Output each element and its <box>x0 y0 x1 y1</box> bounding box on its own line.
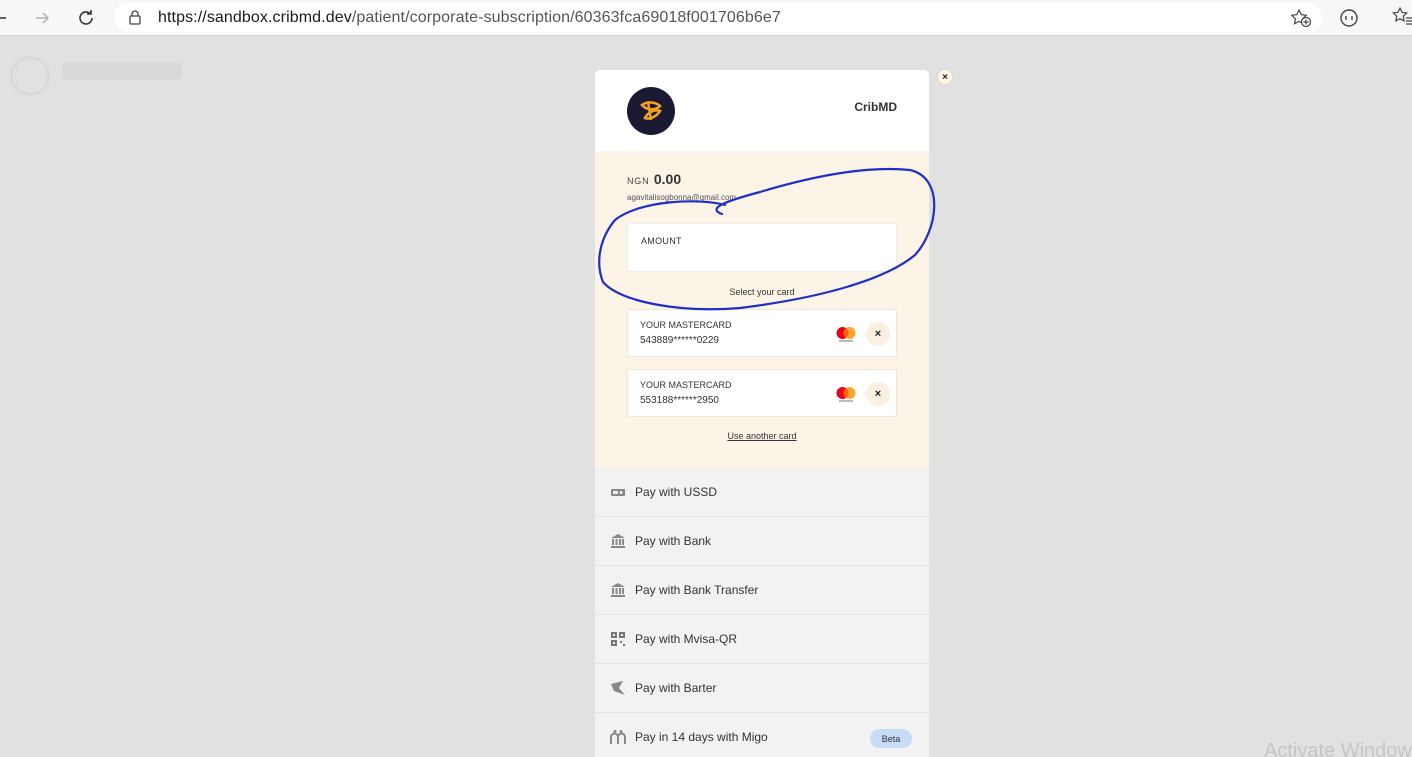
pay-option-mvisa-qr[interactable]: Pay with Mvisa-QR <box>595 615 929 664</box>
reload-icon <box>79 10 93 25</box>
qr-icon <box>611 632 625 646</box>
saved-card-number: 543889******0229 <box>640 335 719 346</box>
pay-option-bank[interactable]: Pay with Bank <box>595 517 929 566</box>
ussd-icon <box>611 489 625 496</box>
payment-modal: CribMD NGN 0.00 agavitalisogbonna@gmail.… <box>595 70 929 757</box>
pay-option-label: Pay with Bank Transfer <box>635 583 759 597</box>
pay-option-label: Pay with Mvisa-QR <box>635 632 738 646</box>
browser-essentials-icon[interactable] <box>1338 7 1360 29</box>
back-button[interactable] <box>0 4 14 32</box>
pay-option-label: Pay with Barter <box>635 681 717 695</box>
bank-icon <box>611 534 625 548</box>
beta-badge: Beta <box>870 729 912 748</box>
forward-button[interactable] <box>28 4 56 32</box>
saved-card-2[interactable]: YOUR MASTERCARD 553188******2950 × <box>627 369 897 417</box>
merchant-logo <box>627 87 675 135</box>
mastercard-icon <box>836 327 856 342</box>
mastercard-icon <box>836 387 856 402</box>
pay-option-label: Pay in 14 days with Migo <box>635 730 768 744</box>
remove-card-button[interactable]: × <box>866 322 890 346</box>
remove-card-button[interactable]: × <box>866 382 890 406</box>
background-logo <box>10 56 50 96</box>
url-host: https://sandbox.cribmd.dev <box>158 9 352 26</box>
reload-button[interactable] <box>72 4 100 32</box>
pay-option-migo[interactable]: Pay in 14 days with Migo Beta <box>595 713 929 757</box>
saved-card-name: YOUR MASTERCARD <box>640 320 732 330</box>
merchant-name: CribMD <box>854 100 897 114</box>
add-favorite-icon[interactable] <box>1290 8 1312 28</box>
address-bar[interactable]: https://sandbox.cribmd.dev/patient/corpo… <box>114 3 1322 32</box>
url-text: https://sandbox.cribmd.dev/patient/corpo… <box>158 9 781 27</box>
amount-input[interactable]: AMOUNT <box>627 223 897 272</box>
pay-option-ussd[interactable]: Pay with USSD <box>595 468 929 517</box>
saved-card-1[interactable]: YOUR MASTERCARD 543889******0229 × <box>627 309 897 357</box>
saved-card-number: 553188******2950 <box>640 395 719 406</box>
close-modal-button[interactable]: × <box>937 69 953 85</box>
back-arrow-icon <box>0 17 6 19</box>
pay-option-barter[interactable]: Pay with Barter <box>595 664 929 713</box>
saved-card-name: YOUR MASTERCARD <box>640 380 732 390</box>
use-another-card-link[interactable]: Use another card <box>595 431 929 441</box>
favorites-icon[interactable] <box>1392 6 1412 28</box>
card-payment-section: NGN 0.00 agavitalisogbonna@gmail.com AMO… <box>595 151 929 468</box>
amount-value: 0.00 <box>653 171 682 187</box>
pay-option-bank-transfer[interactable]: Pay with Bank Transfer <box>595 566 929 615</box>
lock-icon <box>129 10 141 25</box>
barter-icon <box>611 681 625 695</box>
customer-email: agavitalisogbonna@gmail.com <box>627 193 737 202</box>
bank-icon <box>611 583 625 597</box>
pay-option-label: Pay with USSD <box>635 485 718 499</box>
windows-activation-watermark: Activate Window <box>1264 740 1412 757</box>
payment-options-list: Pay with USSD Pay with Bank Pay with Ban… <box>595 468 929 757</box>
pay-option-label: Pay with Bank <box>635 534 712 548</box>
forward-arrow-icon <box>36 12 50 24</box>
background-brand-text <box>62 62 182 80</box>
amount-input-label: AMOUNT <box>641 236 682 246</box>
url-path: /patient/corporate-subscription/60363fca… <box>351 9 781 26</box>
migo-icon <box>610 730 626 744</box>
browser-toolbar: https://sandbox.cribmd.dev/patient/corpo… <box>0 0 1412 36</box>
amount-summary: NGN 0.00 <box>627 171 681 189</box>
modal-header: CribMD <box>595 70 929 151</box>
currency-code: NGN <box>627 176 650 186</box>
select-card-label: Select your card <box>729 287 795 297</box>
cribmd-logo-icon <box>640 101 662 121</box>
